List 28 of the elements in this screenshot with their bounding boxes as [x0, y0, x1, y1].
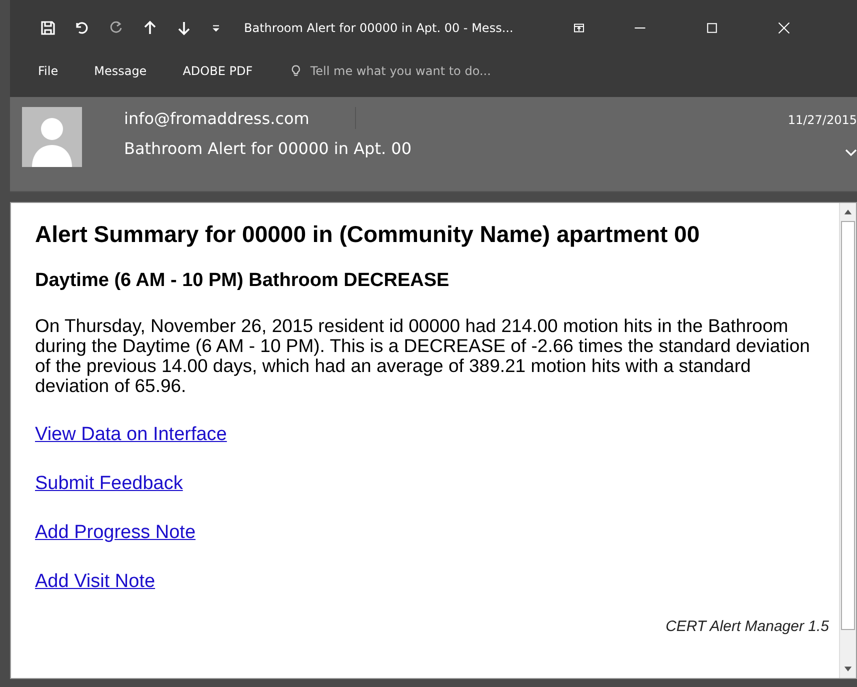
message-date: 11/27/2015	[788, 113, 857, 127]
save-icon[interactable]	[40, 20, 56, 36]
redo-icon[interactable]	[108, 20, 124, 36]
sender-address: info@fromaddress.com	[124, 108, 310, 128]
down-arrow-icon[interactable]	[176, 20, 192, 36]
alert-subheading: Daytime (6 AM - 10 PM) Bathroom DECREASE	[35, 270, 450, 292]
scrollbar[interactable]	[839, 203, 856, 678]
ribbon-display-icon[interactable]	[573, 22, 586, 34]
menu-tab[interactable]: ADOBE PDF	[182, 64, 253, 78]
menu-tab[interactable]: Message	[94, 64, 147, 78]
maximize-icon[interactable]	[705, 21, 720, 35]
undo-icon[interactable]	[74, 20, 90, 36]
footer-text: CERT Alert Manager 1.5	[666, 618, 829, 635]
alert-heading: Alert Summary for 00000 in (Community Name) apartment 00	[35, 221, 700, 248]
tell-me-field[interactable]: Tell me what you want to do...	[288, 63, 529, 79]
message-subject: Bathroom Alert for 00000 in Apt. 00	[124, 139, 412, 158]
message-link[interactable]: Add Visit Note	[35, 571, 156, 593]
message-link[interactable]: Add Progress Note	[35, 522, 196, 544]
message-link[interactable]: Submit Feedback	[35, 473, 183, 495]
avatar-icon	[22, 107, 82, 167]
message-link[interactable]: View Data on Interface	[35, 424, 227, 446]
menu-tab[interactable]: File	[38, 64, 58, 78]
scroll-thumb[interactable]	[841, 221, 855, 630]
close-icon[interactable]	[777, 21, 792, 35]
chevron-down-icon[interactable]	[845, 149, 857, 157]
up-arrow-icon[interactable]	[142, 20, 158, 36]
window-title: Bathroom Alert for 00000 in Apt. 00 - Mess...	[244, 21, 514, 35]
alert-paragraph: On Thursday, November 26, 2015 resident id 00000 had 214.00 motion hits in the Bathroom during the Daytime (6 AM - 10 PM). This is a DECREASE of -2.66 times the standard deviation of the previous 14.00 days, which had an average of 389.21 motion hits with a standard deviation of 65.96.	[35, 316, 811, 396]
